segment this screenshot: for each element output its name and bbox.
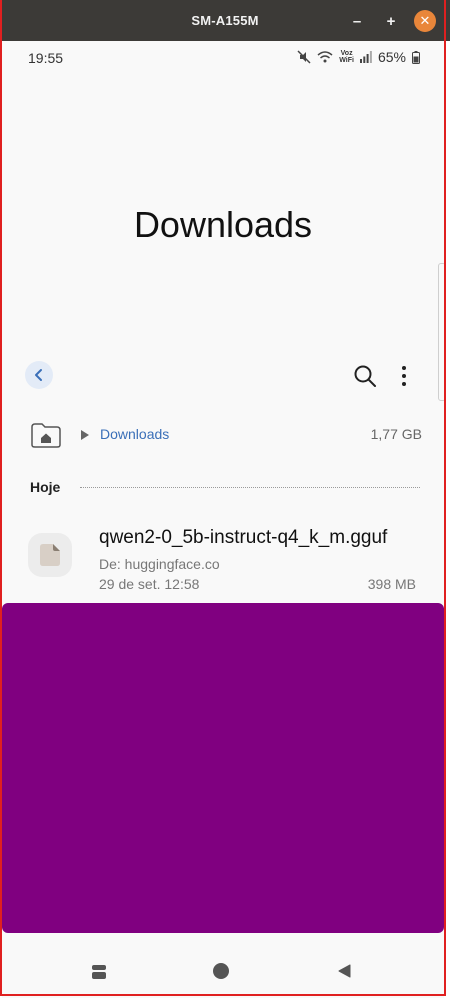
file-source: De: huggingface.co [99, 556, 220, 572]
mute-icon [297, 50, 311, 64]
list-item[interactable]: qwen2-0_5b-instruct-q4_k_m.gguf De: hugg… [26, 523, 420, 593]
close-icon[interactable]: ✕ [414, 10, 436, 32]
section-label: Hoje [30, 479, 61, 495]
breadcrumb: Downloads 1,77 GB [30, 421, 422, 449]
wifi-icon [317, 51, 333, 63]
more-vert-icon[interactable] [394, 363, 414, 389]
window-titlebar[interactable]: SM-A155M – + ✕ [0, 0, 450, 41]
back-button[interactable] [25, 361, 53, 389]
back-arrow-icon [35, 369, 42, 381]
status-time: 19:55 [28, 50, 64, 66]
voz-wifi-label: Voz WiFi [339, 50, 354, 64]
folder-size: 1,77 GB [370, 426, 422, 442]
file-icon [40, 544, 60, 566]
file-size: 398 MB [367, 576, 416, 592]
redaction-overlay [2, 603, 444, 933]
window-title: SM-A155M [191, 13, 259, 28]
status-bar: 19:55 Voz WiFi 65% [2, 41, 444, 77]
signal-icon [359, 51, 372, 63]
battery-percent: 65% [377, 49, 406, 65]
recents-icon[interactable] [91, 964, 107, 980]
navigation-bar [2, 946, 444, 996]
play-arrow-icon [81, 430, 89, 440]
search-icon[interactable] [352, 363, 378, 389]
phone-screen: 19:55 Voz WiFi 65% Downloads Downloads 1… [2, 41, 446, 998]
minimize-icon[interactable]: – [346, 10, 368, 32]
home-folder-icon[interactable] [30, 421, 62, 449]
maximize-icon[interactable]: + [380, 10, 402, 32]
home-icon[interactable] [213, 963, 229, 979]
file-icon-container [28, 533, 72, 577]
status-icons: Voz WiFi 65% [297, 49, 420, 65]
section-header: Hoje [30, 479, 420, 499]
file-date: 29 de set. 12:58 [99, 576, 200, 592]
nav-back-icon[interactable] [336, 963, 352, 979]
file-name: qwen2-0_5b-instruct-q4_k_m.gguf [99, 527, 388, 548]
battery-icon [412, 50, 420, 64]
breadcrumb-downloads[interactable]: Downloads [100, 426, 169, 442]
page-title: Downloads [133, 204, 313, 245]
scrollbar[interactable] [438, 263, 446, 401]
section-divider [80, 487, 420, 488]
